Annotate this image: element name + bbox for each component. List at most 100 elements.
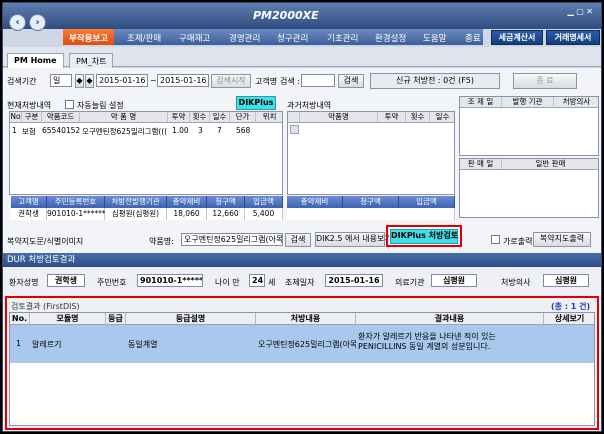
dur-row-module: 알레르기	[32, 340, 62, 349]
issuer-value: 심평원(심평원)	[105, 208, 167, 220]
col-drug: 약 품 명	[80, 112, 168, 123]
table-row[interactable]: 1 알레르기 동일계열 오구멘틴정625밀리그램(아목 환자가 알레르기 반응을…	[10, 325, 594, 363]
back-button[interactable]: ‹	[9, 14, 26, 31]
dur-col-detail: 상세보기	[544, 313, 594, 325]
past-summary-row	[287, 208, 455, 220]
col-issuer: 발행 기관	[502, 97, 554, 108]
col-dose: 투약	[168, 112, 190, 123]
forward-button[interactable]: ›	[29, 14, 46, 31]
col-no: No	[10, 112, 22, 123]
patient-name-value: 권학생	[11, 208, 47, 220]
dur-col-grade: 등급	[106, 313, 126, 325]
dur-id-value: 901010-1******	[137, 274, 203, 287]
col-type: 구분	[22, 112, 42, 123]
statement-button[interactable]: 거래명세서	[546, 30, 600, 45]
past-paid-header: 입금액	[399, 196, 455, 208]
dikplus-review-button[interactable]: DIKPlus 처방검토	[390, 229, 458, 244]
guide-label: 복약지도문/식별이미지	[7, 237, 84, 246]
end-button[interactable]: 종 료	[513, 73, 577, 89]
row-type: 보험	[22, 127, 36, 136]
tax-invoice-button[interactable]: 세금계산서	[491, 30, 543, 45]
new-rx-indicator[interactable]: 신규 처방전 : 0건 (F5)	[370, 73, 500, 89]
dur-doctor-value: 심평원	[543, 274, 589, 287]
col-dispense-date: 조 제 일	[460, 97, 502, 108]
past-row-check[interactable]	[290, 125, 299, 134]
dur-patient-label: 환자성명	[9, 278, 39, 287]
landscape-label: 가로출력	[503, 237, 533, 246]
dur-col-no: No.	[10, 313, 30, 325]
past-col-drug: 약품명	[300, 112, 378, 123]
claim-value: 12,660	[207, 208, 245, 220]
dur-row-result-line2: PENICILLINS 동일 계열의 성분입니다.	[358, 342, 491, 351]
claim-header: 청구액	[207, 196, 245, 208]
period-label: 검색기간	[7, 77, 37, 86]
col-sale-date: 판 매 일	[460, 159, 502, 170]
total-cost-header: 총약제비	[167, 196, 207, 208]
dur-id-label: 주민번호	[97, 278, 127, 287]
row-days: 7	[217, 126, 222, 135]
row-code: 655401520	[42, 126, 80, 135]
search-start-button[interactable]: 검색시작	[211, 74, 251, 88]
window-controls[interactable]: ▁ ▢ ✕	[568, 7, 594, 16]
drug-search-button[interactable]: 검색	[285, 233, 311, 247]
dikplus-button[interactable]: DIKPlus	[236, 96, 276, 110]
past-col-days: 일수	[430, 112, 454, 123]
dur-date-value: 2015-01-16	[325, 274, 383, 287]
dur-col-result: 결과내용	[356, 313, 544, 325]
past-rx-grid: 약품명 투약 횟수 일수	[287, 111, 455, 195]
period-unit-select[interactable]: 일	[50, 74, 72, 87]
dur-age-label: 나이 만	[215, 278, 240, 287]
date-to-field[interactable]: 2015-01-16	[157, 74, 209, 87]
prev-date-icon[interactable]: ◆	[75, 74, 84, 88]
next-date-icon[interactable]: ◆	[85, 74, 94, 88]
dur-row-grade-desc: 동일계열	[128, 340, 158, 349]
past-rx-title: 과거처방내역	[287, 101, 332, 110]
row-times: 3	[198, 126, 203, 135]
tab-bar: PM Home PM_차트	[3, 47, 601, 68]
col-doctor: 처방의사	[554, 97, 598, 108]
issuer-header: 처방전발행기관	[105, 196, 167, 208]
tab-pm-home[interactable]: PM Home	[7, 53, 64, 68]
past-col-times: 횟수	[406, 112, 430, 123]
menu-item-exit[interactable]: 종료	[465, 32, 481, 44]
menu-item-claims[interactable]: 청구관리	[277, 32, 308, 44]
sales-grid: 판 매 일 일반 판매	[459, 158, 599, 218]
guide-print-button[interactable]: 복약지도출력	[533, 232, 591, 247]
menu-item-basics[interactable]: 기초관리	[327, 32, 358, 44]
current-rx-grid: No 구분 약품코드 약 품 명 투약 횟수 일수 단가 위치 1 보험 655…	[9, 111, 283, 195]
auto-refresh-label: 자동늘림 설정	[77, 101, 124, 110]
menu-bar: 부작용보고 조제/판매 구매재고 경영관리 청구관리 기초관리 환경설정 도움말…	[63, 29, 483, 45]
app-window: ‹ › PM2000XE ▁ ▢ ✕ 부작용보고 조제/판매 구매재고 경영관리…	[2, 2, 602, 432]
paid-header: 입금액	[245, 196, 283, 208]
dur-org-label: 의료기관	[395, 278, 425, 287]
past-col-dose: 투약	[378, 112, 406, 123]
landscape-checkbox[interactable]	[491, 235, 500, 244]
row-price: 568	[236, 126, 251, 135]
app-title: PM2000XE	[253, 9, 319, 22]
menu-item-help[interactable]: 도움말	[423, 32, 446, 44]
menu-item-adverse-report[interactable]: 부작용보고	[63, 29, 115, 45]
drug-name-field[interactable]: 오구멘틴정625밀리그램(아목	[181, 233, 283, 246]
menu-item-settings[interactable]: 환경설정	[375, 32, 406, 44]
past-claim-header: 청구액	[343, 196, 399, 208]
dur-row-content: 오구멘틴정625밀리그램(아목	[258, 340, 356, 349]
dik25-view-button[interactable]: DIK2.5 에서 내용보기	[315, 232, 392, 247]
customer-search-button[interactable]: 검색	[338, 74, 364, 88]
dur-org-value: 심평원	[431, 274, 477, 287]
row-dose: 1.00	[172, 126, 189, 135]
menu-item-management[interactable]: 경영관리	[229, 32, 260, 44]
menu-item-dispense[interactable]: 조제/판매	[127, 32, 161, 44]
col-location: 위치	[256, 112, 282, 123]
dur-col-content: 처방내용	[256, 313, 356, 325]
auto-refresh-checkbox[interactable]	[65, 100, 74, 109]
past-total-header: 총약제비	[287, 196, 343, 208]
past-col-check	[288, 112, 300, 123]
tab-pm-chart[interactable]: PM_차트	[69, 53, 114, 68]
date-from-field[interactable]: 2015-01-16	[96, 74, 148, 87]
customer-search-input[interactable]	[301, 74, 335, 87]
patient-name-header: 고객명	[11, 196, 47, 208]
dur-date-label: 조제일자	[285, 278, 315, 287]
current-rx-title: 현재처방내역	[7, 101, 52, 110]
menu-item-purchase[interactable]: 구매재고	[179, 32, 210, 44]
paid-value: 5,400	[245, 208, 283, 220]
